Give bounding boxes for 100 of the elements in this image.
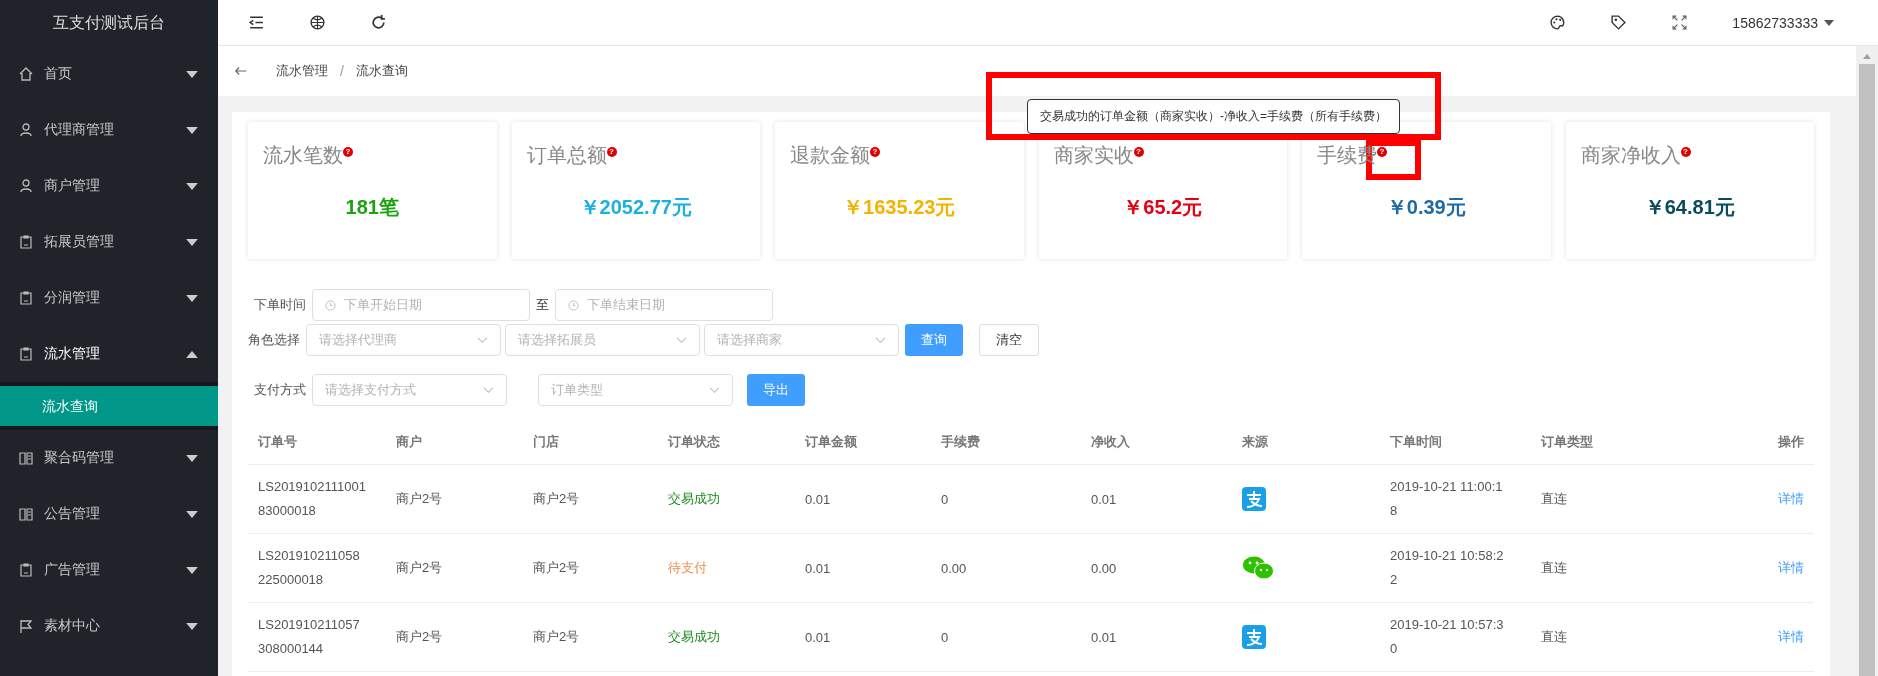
person-icon (18, 178, 34, 194)
globe-icon[interactable] (309, 14, 326, 31)
order-status: 交易成功 (668, 491, 720, 506)
table-cell: 直连 (1541, 629, 1567, 644)
help-icon[interactable]: ? (1377, 147, 1387, 157)
stat-title: 退款金额 (790, 143, 870, 168)
details-link[interactable]: 详情 (1778, 560, 1804, 575)
table-cell: 0 (941, 629, 949, 645)
flag-icon (18, 618, 34, 634)
clipboard-icon (18, 562, 34, 578)
sidebar-item[interactable]: 流水管理 (0, 326, 218, 382)
order-status: 待支付 (668, 560, 707, 575)
help-icon[interactable]: ? (1680, 147, 1691, 157)
book-icon (18, 506, 34, 522)
column-header: 手续费 (941, 434, 980, 449)
column-header: 净收入 (1091, 434, 1130, 449)
chevron-down-icon (676, 336, 687, 344)
scrollbar-thumb[interactable] (1859, 64, 1875, 676)
clipboard-icon (18, 290, 34, 306)
sidebar-subitem[interactable]: 流水查询 (0, 386, 218, 426)
column-header: 订单类型 (1541, 434, 1593, 449)
help-icon[interactable]: ? (606, 147, 617, 157)
caret-icon (186, 510, 198, 518)
chevron-down-icon (709, 386, 720, 394)
stat-title: 订单总额 (526, 143, 607, 168)
fullscreen-icon[interactable] (1671, 14, 1689, 31)
clipboard-icon (18, 234, 34, 250)
order-time: 2019-10-21 10:58:22 (1390, 547, 1504, 589)
sidebar-item[interactable]: 公告管理 (0, 486, 218, 542)
breadcrumb-item[interactable]: 流水查询 (355, 62, 408, 80)
table-cell: 商户2号 (396, 491, 443, 506)
caret-icon (186, 294, 198, 302)
table-cell: 直连 (1541, 560, 1567, 575)
help-icon[interactable]: ? (343, 147, 353, 157)
order-time: 2019-10-21 11:00:18 (1390, 478, 1504, 520)
user-menu[interactable]: 15862733333 (1732, 14, 1834, 31)
caret-icon (186, 622, 198, 630)
order-status: 交易成功 (668, 629, 720, 644)
tag-icon[interactable] (1610, 14, 1628, 31)
table-cell: 商户2号 (533, 491, 580, 506)
sidebar-item[interactable]: 素材中心 (0, 598, 218, 654)
export-button[interactable]: 导出 (747, 374, 805, 406)
table-cell: 0.01 (805, 560, 831, 576)
sidebar-item[interactable]: 代理商管理 (0, 102, 218, 158)
field-label: 角色选择 (248, 331, 300, 349)
sidebar-item[interactable]: 分润管理 (0, 270, 218, 326)
sidebar-item[interactable]: 首页 (0, 46, 218, 102)
table-cell: 直连 (1541, 491, 1567, 506)
caret-icon (186, 566, 198, 574)
table-cell: 商户2号 (533, 560, 580, 575)
details-link[interactable]: 详情 (1778, 629, 1804, 644)
help-icon[interactable]: ? (870, 147, 880, 157)
caret-icon (186, 238, 198, 246)
column-header: 来源 (1242, 434, 1268, 449)
column-header: 订单号 (258, 434, 297, 449)
range-separator: 至 (536, 296, 549, 314)
home-icon (18, 66, 34, 82)
stat-value: 181笔 (344, 195, 400, 220)
clear-button[interactable]: 清空 (979, 324, 1039, 356)
table-cell: 0 (941, 491, 949, 507)
field-label: 下单时间 (254, 296, 306, 314)
breadcrumb-item[interactable]: 流水管理 (276, 62, 328, 80)
sidebar-item[interactable]: 广告管理 (0, 542, 218, 598)
caret-icon (1824, 19, 1834, 26)
collapse-menu-icon[interactable] (248, 14, 265, 31)
help-icon[interactable]: ? (1133, 147, 1144, 157)
tooltip: 交易成功的订单金额（商家实收）-净收入=手续费（所有手续费） (1027, 99, 1400, 134)
table-cell: 0.00 (1091, 560, 1117, 576)
order-number: LS2019102111001 83000018 (258, 478, 367, 520)
stat-title: 商家净收入 (1580, 143, 1681, 168)
table-cell: 0.01 (805, 491, 831, 507)
caret-icon (186, 182, 198, 190)
chevron-down-icon (477, 336, 488, 344)
breadcrumb-separator: / (340, 63, 344, 79)
stat-title: 流水笔数 (263, 143, 343, 168)
column-header: 门店 (533, 434, 559, 449)
chevron-down-icon (483, 386, 494, 394)
sidebar-item[interactable]: 商户管理 (0, 158, 218, 214)
details-link[interactable]: 详情 (1778, 491, 1804, 506)
stat-title: 商家实收 (1053, 143, 1134, 168)
table-cell: 商户2号 (396, 629, 443, 644)
stat-value: ￥2052.77元 (578, 195, 693, 220)
query-button[interactable]: 查询 (905, 324, 963, 356)
order-time: 2019-10-21 10:57:30 (1390, 616, 1504, 658)
caret-icon (186, 70, 198, 78)
table-cell: 商户2号 (533, 629, 580, 644)
table-cell: 0.00 (941, 560, 967, 576)
refresh-icon[interactable] (370, 14, 387, 31)
table-cell: 0.01 (805, 629, 831, 645)
person-icon (18, 122, 34, 138)
palette-icon[interactable] (1549, 14, 1567, 31)
chevron-down-icon (875, 336, 886, 344)
sidebar-item[interactable]: 拓展员管理 (0, 214, 218, 270)
sidebar-item[interactable]: 聚合码管理 (0, 430, 218, 486)
table-cell: 商户2号 (396, 560, 443, 575)
table-cell: 0.01 (1091, 491, 1117, 507)
order-number: LS201910211057 308000144 (258, 616, 361, 658)
column-header: 下单时间 (1390, 434, 1442, 449)
back-arrow-icon[interactable] (234, 64, 248, 78)
stat-value: ￥64.81元 (1643, 195, 1736, 220)
